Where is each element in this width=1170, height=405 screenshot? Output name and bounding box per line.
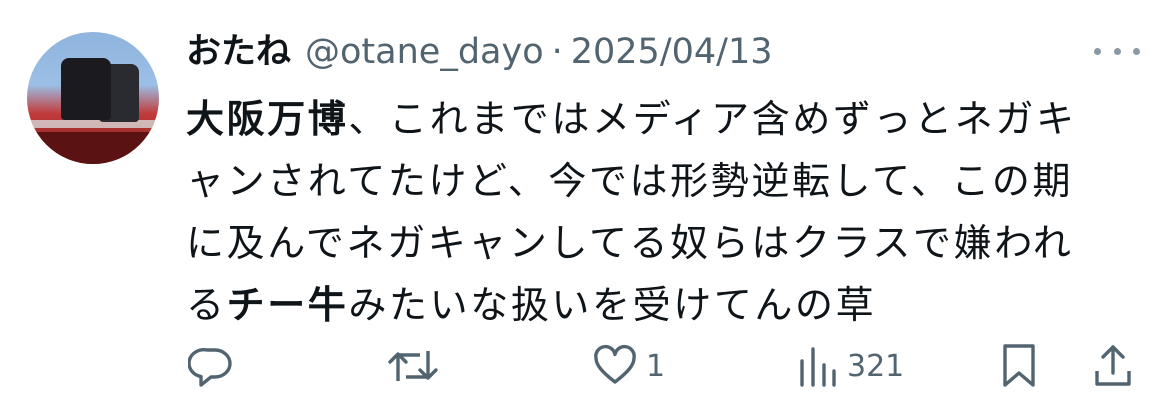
like-count: 1 [646,348,666,384]
reply-icon [188,343,234,389]
tweet-text-line: るチー牛みたいな扱いを受けてんの草 [186,274,1146,336]
like-button[interactable]: 1 [592,340,665,392]
action-bar: 1 321 [0,340,1170,392]
retweet-button[interactable] [386,340,440,392]
tweet-header: おたね @otane_dayo · 2025/04/13 [186,30,772,74]
more-dot [1094,47,1101,55]
tweet[interactable]: おたね @otane_dayo · 2025/04/13 大阪万博、これまではメ… [0,0,1170,405]
views-button[interactable]: 321 [797,340,904,392]
tweet-text-line: に及んでネガキャンしてる奴らはクラスで嫌われ [186,221,1074,265]
bookmark-icon [999,342,1039,390]
avatar-shirt-shape [61,58,111,120]
more-dot [1133,47,1140,55]
tweet-date[interactable]: 2025/04/13 [571,30,773,74]
views-bar-icon [797,343,839,389]
share-icon [1092,342,1134,390]
bold-text: 大阪万博 [186,97,349,141]
heart-icon [592,343,638,389]
tweet-text: 大阪万博、これまではメディア含めずっとネガキ ャンされてたけど、今では形勢逆転し… [186,88,1146,336]
avatar-rail-shape [27,120,159,128]
user-handle[interactable]: @otane_dayo [305,30,544,74]
view-count: 321 [847,348,905,384]
more-icon[interactable] [1094,40,1140,62]
tweet-text-line: 大阪万博、これまではメディア含めずっとネガキ [186,88,1146,150]
text-span: る [186,283,227,327]
text-span: 、これまではメディア含めずっとネガキ [348,97,1077,141]
bold-text: チー牛 [226,283,349,327]
text-span: みたいな扱いを受けてんの草 [348,283,877,327]
reply-button[interactable] [188,340,234,392]
tweet-text-line: ャンされてたけど、今では形勢逆転して、この期 [186,159,1074,203]
avatar-base-shape [27,132,159,164]
more-dot [1113,47,1121,55]
share-button[interactable] [1092,340,1134,392]
retweet-icon [386,343,440,389]
avatar[interactable] [27,32,159,164]
display-name[interactable]: おたね [186,30,291,74]
header-separator: · [551,32,563,72]
bookmark-button[interactable] [999,340,1039,392]
